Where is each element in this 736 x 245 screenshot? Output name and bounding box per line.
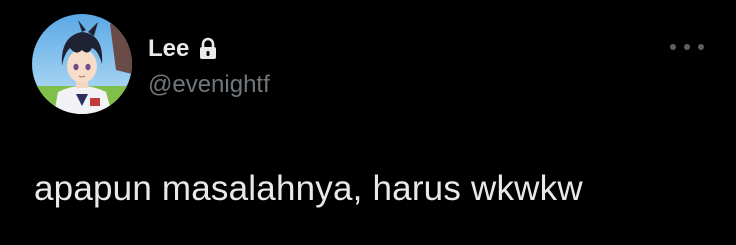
- tweet-text: apapun masalahnya, harus wkwkw: [34, 169, 583, 208]
- more-horizontal-icon[interactable]: [670, 36, 704, 58]
- more-dot: [698, 44, 704, 50]
- more-dot: [684, 44, 690, 50]
- display-name[interactable]: Lee: [148, 34, 189, 64]
- avatar-image: [32, 14, 132, 114]
- lock-icon: [197, 37, 219, 61]
- tweet-card[interactable]: Lee @evenightf apapun masalahnya, harus …: [0, 0, 736, 245]
- avatar[interactable]: [32, 14, 132, 114]
- user-name-row: Lee: [148, 34, 219, 64]
- user-handle[interactable]: @evenightf: [148, 70, 270, 100]
- more-dot: [670, 44, 676, 50]
